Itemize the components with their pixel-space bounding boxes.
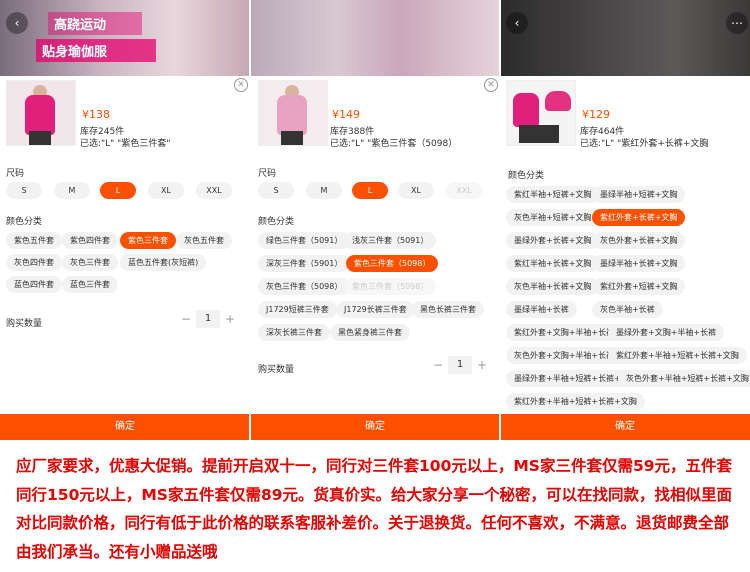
color-option-selected[interactable]: 紫红外套+长裤+文胸 [592,209,686,226]
sku-panel-1: 高跷运动 贴身瑜伽服 ‹ ✕ ¥138 库存245件 已选:"L" "紫色三件套… [0,0,250,440]
color-option[interactable]: 灰色半袖+短裤+文胸 [506,209,600,226]
size-option-xl[interactable]: XL [398,182,434,199]
color-option[interactable]: 灰色半袖+长裤+文胸 [506,278,600,295]
size-option-l[interactable]: L [100,182,136,199]
size-option-s[interactable]: S [258,182,294,199]
promo-caption: 应厂家要求，优惠大促销。提前开启双十一，同行对三件套100元以上，MS家三件套仅… [16,457,733,561]
color-option[interactable]: 灰色外套+长裤+文胸 [592,232,686,249]
size-option-m[interactable]: M [54,182,90,199]
sku-sheet: ¥129 库存464件 已选:"L" "紫红外套+长裤+文胸 颜色分类 紫红半袖… [500,76,750,440]
sku-panel-2: ✕ ¥149 库存388件 已选:"L" "紫色三件套（5098） 尺码 S M… [250,0,500,440]
selected-options: 已选:"L" "紫红外套+长裤+文胸 [580,139,709,149]
share-icon[interactable]: ⋯ [726,12,748,34]
promo-banner: 高跷运动 贴身瑜伽服 [36,12,156,62]
size-option-s[interactable]: S [6,182,42,199]
color-option[interactable]: 灰色三件套 [62,254,118,271]
color-title: 颜色分类 [508,171,545,181]
confirm-bar: 确定 确定 确定 [0,414,750,440]
color-title: 颜色分类 [6,217,43,227]
quantity-stepper: − 1 + [428,356,492,374]
color-option[interactable]: 紫红外套+半袖+短裤+长裤+文胸 [506,393,645,410]
confirm-button[interactable]: 确定 [0,414,250,440]
close-icon[interactable]: ✕ [234,78,248,92]
panel-divider [499,0,501,440]
color-option[interactable]: 黑色紧身裤三件套 [330,324,410,341]
size-option-xl[interactable]: XL [148,182,184,199]
confirm-button[interactable]: 确定 [500,414,750,440]
product-background-photo: ‹ ⋯ [500,0,750,76]
quantity-value[interactable]: 1 [196,310,220,328]
size-option-xxl[interactable]: XXL [196,182,232,199]
color-option[interactable]: 蓝色四件套 [6,276,62,293]
color-option[interactable]: 浅灰三件套（5091） [344,232,437,249]
color-option[interactable]: J1729长裤三件套 [336,301,415,318]
quantity-value[interactable]: 1 [448,356,472,374]
color-option[interactable]: 墨绿半袖+短裤+文胸 [592,186,686,203]
color-option-disabled[interactable]: 紫色三件套（5098） [344,278,437,295]
back-icon[interactable]: ‹ [506,12,528,34]
color-option[interactable]: 紫红半袖+短裤+文胸 [506,186,600,203]
color-option[interactable]: 紫红外套+半袖+短裤+长裤+文胸 [608,347,747,364]
color-option-selected[interactable]: 紫色三件套 [120,232,176,249]
panel-divider [249,0,251,440]
product-thumbnail [506,80,576,146]
color-option[interactable]: 灰色四件套 [6,254,62,271]
quantity-stepper: − 1 + [176,310,240,328]
color-option-selected[interactable]: 紫色三件套（5098） [346,255,439,272]
quantity-label: 购买数量 [258,365,295,375]
sku-sheet: ✕ ¥149 库存388件 已选:"L" "紫色三件套（5098） 尺码 S M… [250,76,500,440]
color-option[interactable]: 墨绿外套+文胸+半袖+长裤 [608,324,725,341]
color-option[interactable]: 灰色外套+半袖+短裤+长裤+文胸 [618,370,750,387]
size-option-l[interactable]: L [352,182,388,199]
color-option[interactable]: 绿色三件套（5091） [258,232,351,249]
selected-options: 已选:"L" "紫色三件套（5098） [330,139,458,149]
product-background-photo [250,0,500,76]
back-icon[interactable]: ‹ [6,12,28,34]
sku-panels-strip: 高跷运动 贴身瑜伽服 ‹ ✕ ¥138 库存245件 已选:"L" "紫色三件套… [0,0,750,440]
color-option[interactable]: 蓝色三件套 [62,276,118,293]
color-option[interactable]: 深灰长裤三件套 [258,324,330,341]
color-option[interactable]: 紫红外套+短裤+文胸 [592,278,686,295]
banner-line-1: 高跷运动 [48,12,142,35]
color-option[interactable]: 黑色长裤三件套 [412,301,484,318]
color-option[interactable]: 灰色三件套（5098） [258,278,351,295]
sku-panel-3: ‹ ⋯ ¥129 库存464件 已选:"L" "紫红外套+长裤+文胸 颜色分类 … [500,0,750,440]
banner-line-2: 贴身瑜伽服 [36,39,156,62]
color-option[interactable]: 深灰三件套（5901） [258,255,351,272]
product-thumbnail [258,80,328,146]
size-option-m[interactable]: M [306,182,342,199]
color-option[interactable]: 蓝色五件套(灰短裤) [120,254,207,271]
selected-options: 已选:"L" "紫色三件套" [80,139,171,149]
plus-icon[interactable]: + [220,312,240,326]
minus-icon[interactable]: − [428,358,448,372]
plus-icon[interactable]: + [472,358,492,372]
size-title: 尺码 [258,169,277,179]
color-option[interactable]: 灰色外套+文胸+半袖+长裤 [506,347,623,364]
product-background-photo: 高跷运动 贴身瑜伽服 ‹ [0,0,250,76]
color-option[interactable]: 墨绿外套+长裤+文胸 [506,232,600,249]
quantity-label: 购买数量 [6,319,43,329]
color-option[interactable]: J1729短裤三件套 [258,301,337,318]
close-icon[interactable]: ✕ [484,78,498,92]
color-option[interactable]: 灰色半袖+长裤 [592,301,663,318]
color-option[interactable]: 紫色四件套 [62,232,118,249]
price: ¥129 [582,108,610,121]
size-title: 尺码 [6,169,25,179]
color-option[interactable]: 紫红半袖+长裤+文胸 [506,255,600,272]
screenshot-collage: 高跷运动 贴身瑜伽服 ‹ ✕ ¥138 库存245件 已选:"L" "紫色三件套… [0,0,750,572]
price: ¥138 [82,108,110,121]
color-title: 颜色分类 [258,217,295,227]
color-option[interactable]: 灰色五件套 [176,232,232,249]
color-option[interactable]: 墨绿半袖+长裤+文胸 [592,255,686,272]
sku-sheet: ✕ ¥138 库存245件 已选:"L" "紫色三件套" 尺码 S M L XL… [0,76,250,440]
price: ¥149 [332,108,360,121]
color-option[interactable]: 紫色五件套 [6,232,62,249]
minus-icon[interactable]: − [176,312,196,326]
size-option-xxl[interactable]: XXL [446,182,482,199]
product-thumbnail [6,80,76,146]
confirm-button[interactable]: 确定 [250,414,500,440]
color-option[interactable]: 紫红外套+文胸+半袖+长裤 [506,324,623,341]
color-option[interactable]: 墨绿半袖+长裤 [506,301,577,318]
